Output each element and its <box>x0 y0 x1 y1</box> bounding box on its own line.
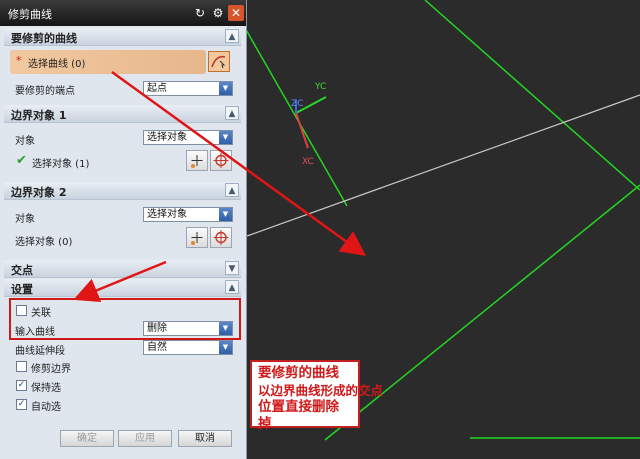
boundary1-object-value: 选择对象 <box>147 132 187 143</box>
crosshair-icon[interactable] <box>210 150 232 171</box>
auto-checkbox[interactable]: ✓ <box>16 399 27 410</box>
chevron-up-icon[interactable]: ▲ <box>225 29 239 43</box>
section-boundary2-title: 边界对象 2 <box>11 186 67 199</box>
boundary2-object-dropdown[interactable]: 选择对象 ▼ <box>143 207 233 222</box>
chevron-up-icon[interactable]: ▲ <box>225 183 239 197</box>
gear-icon[interactable]: ⚙ <box>210 5 226 21</box>
chevron-down-icon: ▼ <box>219 131 232 144</box>
cancel-button[interactable]: 取消 <box>178 430 232 447</box>
reset-icon[interactable]: ↻ <box>192 5 208 21</box>
auto-label: 自动选 <box>31 402 61 413</box>
extension-value: 自然 <box>147 342 167 353</box>
trim-boundary-checkbox[interactable] <box>16 361 27 372</box>
trim-boundary-label: 修剪边界 <box>31 364 71 375</box>
section-curve-title: 要修剪的曲线 <box>11 32 77 45</box>
section-boundary2-header[interactable]: 边界对象 2 ▲ <box>4 182 241 200</box>
chevron-down-icon: ▼ <box>219 82 232 95</box>
endpoint-label: 要修剪的端点 <box>15 86 75 97</box>
section-intersection-header[interactable]: 交点 ▼ <box>4 260 241 278</box>
point-dialog-icon[interactable] <box>186 150 208 171</box>
section-boundary1-title: 边界对象 1 <box>11 109 67 122</box>
ok-button[interactable]: 确定 <box>60 430 114 447</box>
chevron-up-icon[interactable]: ▲ <box>225 106 239 120</box>
keep-checkbox[interactable]: ✓ <box>16 380 27 391</box>
chevron-down-icon: ▼ <box>219 341 232 354</box>
required-star: * <box>16 54 22 67</box>
dialog-titlebar[interactable]: 修剪曲线 ↻ ⚙ ✕ <box>0 0 246 26</box>
boundary2-object-value: 选择对象 <box>147 209 187 220</box>
boundary1-object-label: 对象 <box>15 136 35 147</box>
endpoint-dropdown[interactable]: 起点 ▼ <box>143 81 233 96</box>
crosshair-icon[interactable] <box>210 227 232 248</box>
checkmark-icon: ✔ <box>16 153 27 168</box>
section-curve-header[interactable]: 要修剪的曲线 ▲ <box>4 28 241 46</box>
section-boundary1-header[interactable]: 边界对象 1 ▲ <box>4 105 241 123</box>
chevron-down-icon[interactable]: ▼ <box>225 261 239 275</box>
callout-line-1: 要修剪的曲线 <box>258 365 339 381</box>
xc-label: XC <box>302 157 314 167</box>
boundary1-object-dropdown[interactable]: 选择对象 ▼ <box>143 130 233 145</box>
dialog-title: 修剪曲线 <box>8 8 52 21</box>
endpoint-value: 起点 <box>147 83 167 94</box>
callout-line-3: 位置直接删除掉 <box>258 399 339 432</box>
boundary2-select-label: 选择对象 (0) <box>15 237 73 248</box>
chevron-up-icon[interactable]: ▲ <box>225 280 239 294</box>
point-dialog-icon[interactable] <box>186 227 208 248</box>
extension-dropdown[interactable]: 自然 ▼ <box>143 340 233 355</box>
apply-button[interactable]: 应用 <box>118 430 172 447</box>
select-curve-label: 选择曲线 (0) <box>28 59 86 70</box>
yc-label: YC <box>314 82 326 92</box>
keep-label: 保持选 <box>31 383 61 394</box>
section-settings-title: 设置 <box>11 283 33 296</box>
annotation-callout: 要修剪的曲线 以边界曲线形成的交点 位置直接删除掉 <box>250 360 384 432</box>
callout-line-2: 以边界曲线形成的交点 <box>258 383 384 398</box>
trim-curve-dialog: 修剪曲线 ↻ ⚙ ✕ 要修剪的曲线 ▲ * 选择曲线 (0) 要修剪的端点 起点… <box>0 0 247 459</box>
curve-select-icon[interactable] <box>208 51 230 72</box>
extension-label: 曲线延伸段 <box>15 346 65 357</box>
zc-label: ZC <box>291 99 303 109</box>
boundary1-select-label: 选择对象 (1) <box>32 159 90 170</box>
boundary2-object-label: 对象 <box>15 214 35 225</box>
settings-highlight-box <box>9 298 241 340</box>
select-curve-row[interactable]: * 选择曲线 (0) <box>10 50 206 74</box>
section-intersection-title: 交点 <box>11 264 33 277</box>
chevron-down-icon: ▼ <box>219 208 232 221</box>
section-settings-header[interactable]: 设置 ▲ <box>4 279 241 297</box>
close-icon[interactable]: ✕ <box>228 5 244 21</box>
